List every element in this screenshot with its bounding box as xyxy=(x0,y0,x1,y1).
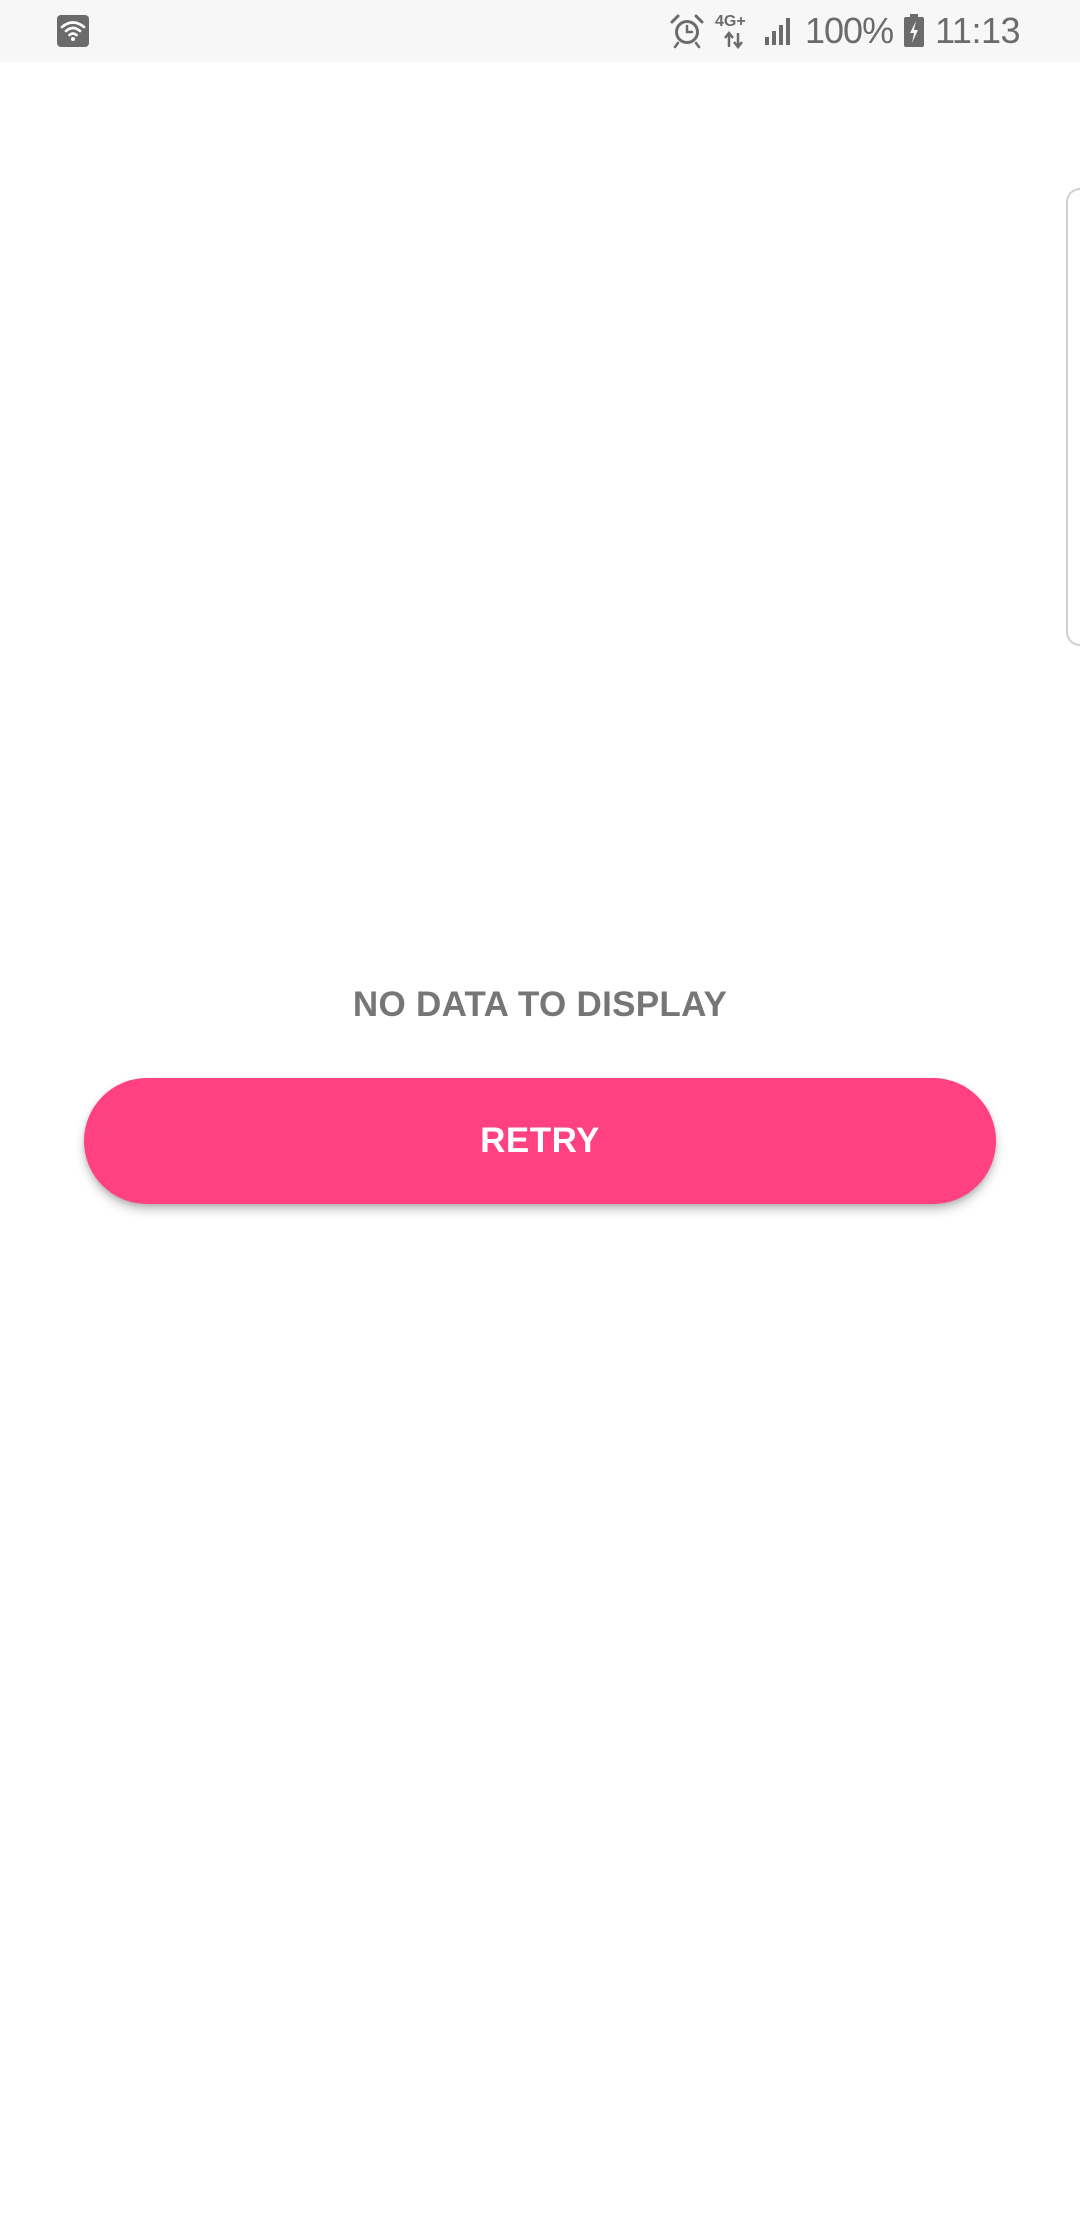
battery-charging-icon xyxy=(903,14,925,48)
retry-button-label: RETRY xyxy=(480,1121,600,1160)
status-bar: 4G+ 100% 11:13 xyxy=(0,0,1080,62)
signal-icon xyxy=(763,15,795,47)
alarm-icon xyxy=(669,13,705,49)
empty-state-message: NO DATA TO DISPLAY xyxy=(352,985,728,1024)
mobile-data-indicator: 4G+ xyxy=(715,11,753,51)
clock: 11:13 xyxy=(935,10,1020,51)
retry-button[interactable]: RETRY xyxy=(84,1078,996,1204)
network-type-label: 4G+ xyxy=(715,13,746,30)
edge-panel-handle[interactable] xyxy=(1066,188,1080,646)
status-icons: 4G+ 100% 11:13 xyxy=(669,0,1020,62)
app-screen: 4G+ 100% 11:13 NO DATA TO DISPLAY RETRY xyxy=(0,0,1080,2220)
battery-percent: 100% xyxy=(805,10,894,51)
data-arrows-icon xyxy=(724,31,743,49)
wifi-icon xyxy=(57,15,89,47)
